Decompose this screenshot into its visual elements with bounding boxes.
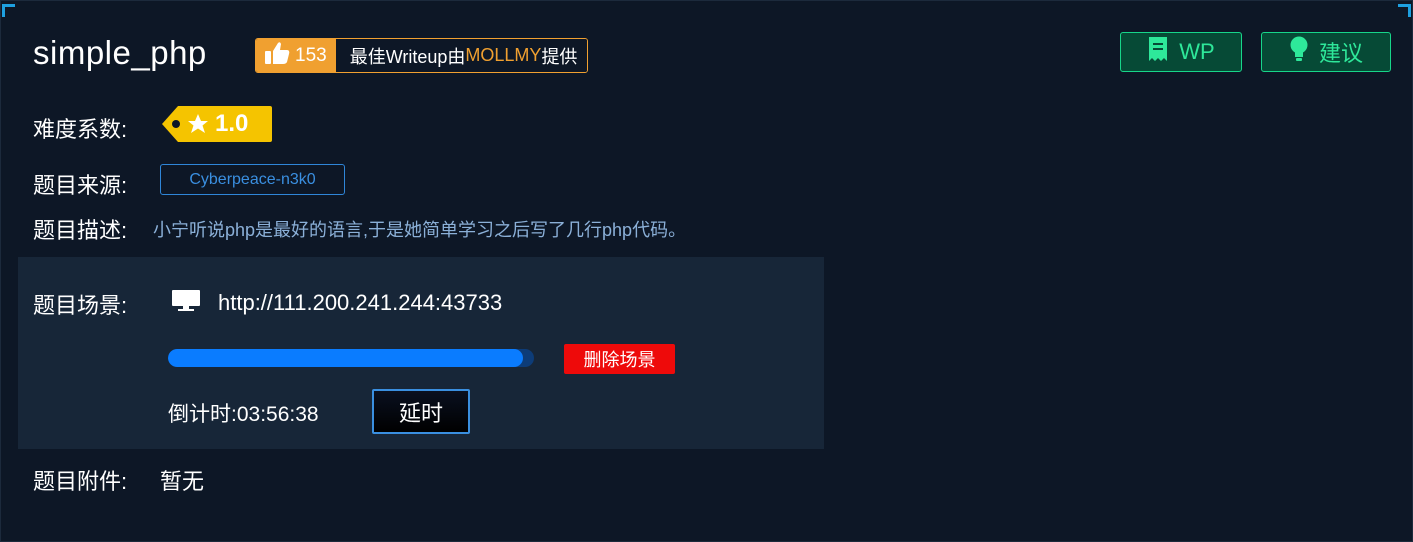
like-counter[interactable]: 153	[256, 39, 336, 72]
suggest-button[interactable]: 建议	[1261, 32, 1391, 72]
description-text: 小宁听说php是最好的语言,于是她简单学习之后写了几行php代码。	[153, 220, 687, 240]
like-count: 153	[295, 44, 327, 66]
thumbs-up-icon	[264, 41, 290, 70]
delete-scene-button[interactable]: 删除场景	[564, 344, 675, 374]
attachment-label: 题目附件:	[33, 469, 128, 494]
countdown: 倒计时:03:56:38	[168, 398, 319, 428]
countdown-value: 03:56:38	[236, 403, 319, 426]
scene-url-link[interactable]: http://111.200.241.244:43733	[218, 290, 502, 316]
corner-decoration-top-left	[2, 4, 15, 17]
document-icon	[1147, 36, 1169, 68]
scene-progress-bar	[168, 349, 534, 367]
monitor-icon	[171, 289, 201, 318]
difficulty-value: 1.0	[215, 110, 249, 137]
description-label: 题目描述:	[33, 218, 128, 243]
writeup-author[interactable]: MOLLMY	[465, 45, 541, 66]
writeup-prefix: 最佳Writeup由	[349, 46, 466, 67]
wp-label: WP	[1179, 39, 1215, 64]
extend-time-button[interactable]: 延时	[372, 389, 470, 434]
scene-progress-fill	[168, 349, 524, 367]
source-tag[interactable]: Cyberpeace-n3k0	[160, 164, 345, 195]
best-writeup-badge[interactable]: 153 最佳Writeup由 MOLLMY 提供	[255, 38, 589, 73]
writeup-suffix: 提供	[541, 46, 578, 67]
challenge-title: simple_php	[33, 34, 207, 71]
writeup-text: 最佳Writeup由 MOLLMY 提供	[335, 39, 588, 72]
suggest-label: 建议	[1318, 41, 1363, 66]
countdown-label: 倒计时:	[168, 403, 237, 426]
attachment-value: 暂无	[160, 469, 205, 494]
lightbulb-icon	[1289, 36, 1309, 68]
scene-label: 题目场景:	[33, 293, 128, 318]
source-label: 题目来源:	[33, 173, 128, 198]
corner-decoration-top-right	[1398, 4, 1411, 17]
difficulty-label: 难度系数:	[33, 117, 128, 142]
wp-button[interactable]: WP	[1120, 32, 1242, 72]
